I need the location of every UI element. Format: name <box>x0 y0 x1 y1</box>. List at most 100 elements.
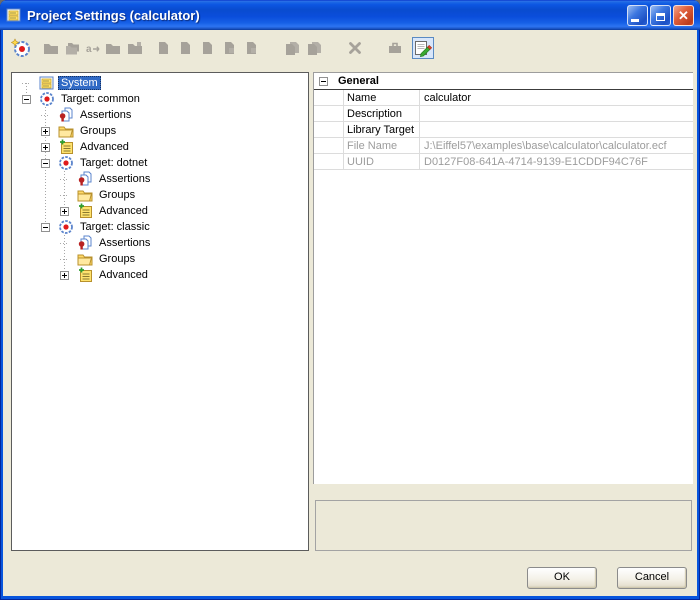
minimize-button[interactable] <box>627 5 648 26</box>
folder-icon <box>102 37 124 59</box>
tree-item-label: Target: common <box>58 92 143 106</box>
tree-item-label: Assertions <box>96 236 153 250</box>
row-gutter <box>314 90 344 105</box>
assertions-icon <box>77 235 93 251</box>
tree-guide-line <box>64 235 65 275</box>
property-label: Library Target <box>344 122 420 137</box>
maximize-icon <box>656 13 665 21</box>
assertions-icon <box>77 171 93 187</box>
close-button[interactable]: ✕ <box>673 5 694 26</box>
tree-item-label: Target: classic <box>77 220 153 234</box>
minimize-icon <box>631 19 639 22</box>
expand-expander-icon[interactable] <box>60 271 69 280</box>
tree-guide-line <box>64 171 65 211</box>
tree-item-label: Groups <box>96 188 138 202</box>
property-row-file-name: File Name J:\Eiffel57\examples\base\calc… <box>314 138 693 154</box>
toolbar: a <box>3 30 697 66</box>
groups-folder-icon <box>58 123 74 139</box>
advanced-icon <box>77 267 93 283</box>
svg-text:a: a <box>86 44 92 55</box>
section-header-general: General <box>314 73 693 90</box>
tree-item-advanced[interactable]: Advanced <box>12 267 308 283</box>
document-icon <box>196 37 218 59</box>
close-icon: ✕ <box>674 6 693 25</box>
property-value-readonly: J:\Eiffel57\examples\base\calculator\cal… <box>420 138 693 153</box>
settings-tree: System Target: common <box>11 72 309 551</box>
property-value-field[interactable]: calculator <box>420 90 693 105</box>
maximize-button[interactable] <box>650 5 671 26</box>
window-title: Project Settings (calculator) <box>27 8 200 23</box>
property-label: Description <box>344 106 420 121</box>
tree-item-groups[interactable]: Groups <box>12 251 308 267</box>
project-settings-dialog: Project Settings (calculator) ✕ <box>0 0 700 600</box>
tree-item-target-common[interactable]: Target: common <box>12 91 308 107</box>
tree-item-groups[interactable]: Groups <box>12 123 308 139</box>
tree-item-assertions[interactable]: Assertions <box>12 107 308 123</box>
tree-item-advanced[interactable]: Advanced <box>12 139 308 155</box>
tree-item-advanced[interactable]: Advanced <box>12 203 308 219</box>
target-icon <box>58 219 74 235</box>
ok-button[interactable]: OK <box>527 567 597 589</box>
documents-pair-icon <box>282 37 304 59</box>
tree-item-target-dotnet[interactable]: Target: dotnet <box>12 155 308 171</box>
cancel-button[interactable]: Cancel <box>617 567 687 589</box>
tree-item-label: Advanced <box>96 268 151 282</box>
tree-item-label: Target: dotnet <box>77 156 150 170</box>
property-label: UUID <box>344 154 420 169</box>
dialog-client-area: a <box>3 30 697 596</box>
collapse-expander-icon[interactable] <box>41 159 50 168</box>
rename-icon: a <box>84 37 102 59</box>
tree-item-label: Assertions <box>77 108 134 122</box>
target-icon <box>39 91 55 107</box>
property-value-field[interactable] <box>420 122 693 137</box>
documents-pair-icon <box>304 37 326 59</box>
document-icon <box>174 37 196 59</box>
tree-item-system[interactable]: System <box>12 75 308 91</box>
folder-copy-icon <box>62 37 84 59</box>
tree-item-label: Advanced <box>96 204 151 218</box>
briefcase-icon <box>384 37 406 59</box>
property-row-description: Description <box>314 106 693 122</box>
system-icon <box>39 75 55 91</box>
properties-grid: General Name calculator Description Libr… <box>313 72 693 484</box>
expand-expander-icon[interactable] <box>60 207 69 216</box>
tree-item-label: Advanced <box>77 140 132 154</box>
assertions-icon <box>58 107 74 123</box>
tree-item-label: Groups <box>77 124 119 138</box>
advanced-icon <box>58 139 74 155</box>
tree-item-label: Assertions <box>96 172 153 186</box>
advanced-icon <box>77 203 93 219</box>
folder-special-icon <box>124 37 146 59</box>
expand-expander-icon[interactable] <box>41 143 50 152</box>
document-icon <box>218 37 240 59</box>
tree-item-label: Groups <box>96 252 138 266</box>
edit-pencil-icon[interactable] <box>412 37 434 59</box>
document-icon <box>240 37 262 59</box>
section-label: General <box>338 75 379 87</box>
expand-expander-icon[interactable] <box>41 127 50 136</box>
collapse-expander-icon[interactable] <box>41 223 50 232</box>
document-icon <box>152 37 174 59</box>
collapse-expander-icon[interactable] <box>22 95 31 104</box>
property-value-field[interactable] <box>420 106 693 121</box>
tree-item-assertions[interactable]: Assertions <box>12 171 308 187</box>
groups-folder-icon <box>77 187 93 203</box>
titlebar[interactable]: Project Settings (calculator) ✕ <box>0 0 700 30</box>
row-gutter <box>314 138 344 153</box>
property-row-uuid: UUID D0127F08-641A-4714-9139-E1CDDF94C76… <box>314 154 693 170</box>
folder-icon <box>40 37 62 59</box>
target-icon <box>58 155 74 171</box>
row-gutter <box>314 154 344 169</box>
tree-item-target-classic[interactable]: Target: classic <box>12 219 308 235</box>
groups-folder-icon <box>77 251 93 267</box>
row-gutter <box>314 106 344 121</box>
collapse-expander-icon[interactable] <box>319 77 328 86</box>
tree-item-groups[interactable]: Groups <box>12 187 308 203</box>
tree-item-assertions[interactable]: Assertions <box>12 235 308 251</box>
row-gutter <box>314 122 344 137</box>
property-label: Name <box>344 90 420 105</box>
new-target-icon[interactable] <box>10 37 32 59</box>
tree-item-label: System <box>58 76 101 90</box>
description-panel <box>315 500 692 551</box>
property-row-name: Name calculator <box>314 90 693 106</box>
